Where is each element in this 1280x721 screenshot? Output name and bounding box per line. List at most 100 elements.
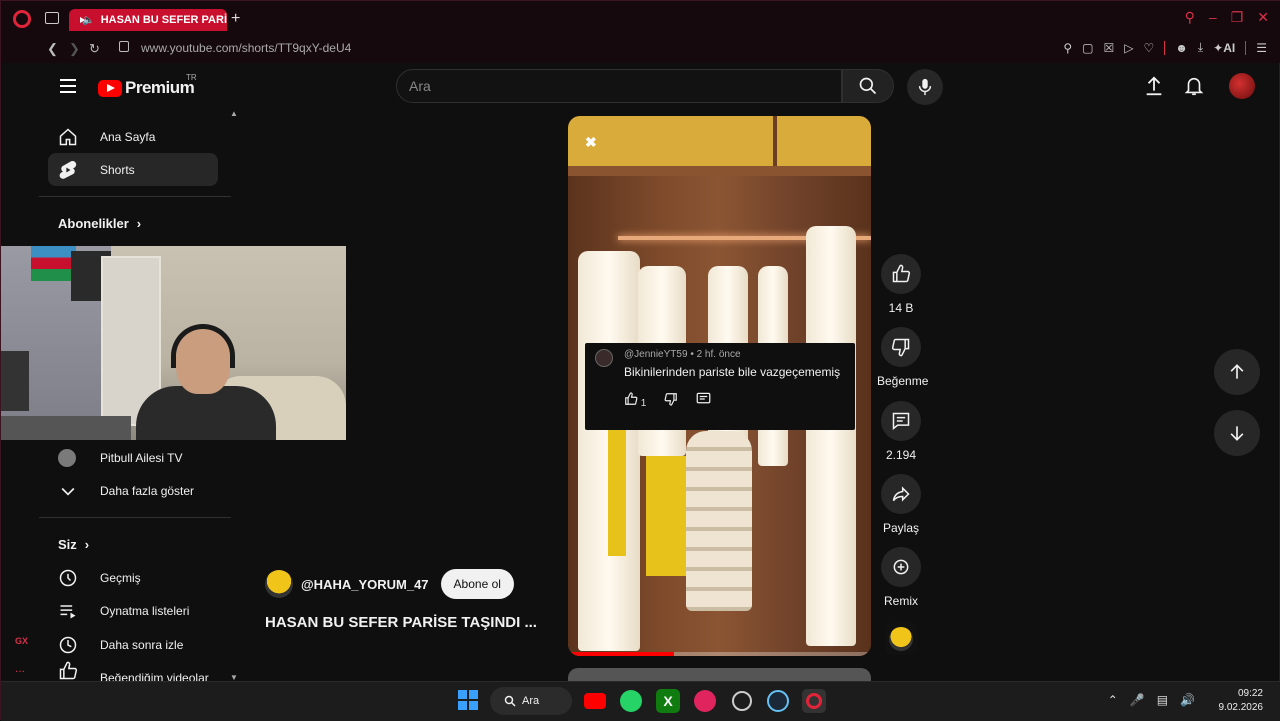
sidebar-item-liked-videos[interactable]: Beğendiğim videolar (48, 661, 218, 681)
menu-hamburger-icon[interactable] (60, 79, 76, 93)
like-count: 14 B (888, 301, 914, 315)
back-button[interactable]: ❮ (47, 41, 58, 57)
clock-time: 09:22 (1237, 688, 1263, 699)
subscriptions-label: Abonelikler (58, 216, 129, 231)
close-button[interactable]: ✕ (1257, 9, 1269, 26)
subscribe-button[interactable]: Abone ol (440, 569, 514, 599)
comment-avatar (595, 349, 613, 367)
microphone-tray-icon[interactable]: 🎤 (1130, 693, 1145, 707)
more-dots-icon[interactable]: ... (15, 661, 25, 675)
notifications-button[interactable] (1183, 75, 1205, 97)
minimize-button[interactable]: – (1209, 9, 1217, 26)
thumbs-down-icon (664, 393, 678, 406)
volume-icon[interactable]: 🔊 (1180, 693, 1195, 707)
channel-avatar[interactable] (265, 570, 293, 598)
search-input[interactable] (409, 78, 841, 94)
sidebar-item-pitbull-ailesi[interactable]: Pitbull Ailesi TV (48, 441, 218, 474)
next-short-button[interactable] (1214, 410, 1260, 456)
windows-start-icon[interactable] (458, 690, 478, 710)
opera-gx-icon[interactable] (802, 689, 826, 713)
play-icon[interactable]: ▷ (1124, 41, 1133, 55)
ai-label: AI (1223, 40, 1236, 55)
thumbs-up-icon (59, 661, 78, 680)
clock-date: 9.02.2026 (1218, 702, 1264, 713)
voice-search-button[interactable] (907, 69, 943, 105)
xbox-icon[interactable]: X (656, 689, 680, 713)
whatsapp-icon[interactable] (619, 689, 643, 713)
you-heading[interactable]: Siz › (58, 537, 89, 552)
search-box (396, 69, 842, 103)
comment-dislike-button[interactable] (664, 392, 678, 409)
youtube-app-icon[interactable] (583, 689, 607, 713)
comment-reply-button[interactable] (696, 392, 711, 409)
channel-name[interactable]: @HAHA_YORUM_47 (301, 577, 429, 592)
url-field[interactable]: www.youtube.com/shorts/TT9qxY-deU4 (141, 41, 351, 55)
sidebar-item-playlists[interactable]: Oynatma listeleri (48, 594, 218, 627)
search-tabs-icon[interactable]: ⚲ (1185, 9, 1195, 26)
reload-button[interactable]: ↻ (89, 41, 100, 57)
dislike-button[interactable] (881, 327, 921, 367)
restore-button[interactable]: ❐ (1231, 9, 1244, 26)
sidebar-divider (39, 196, 231, 197)
comment-icon (892, 412, 910, 431)
sidebar-item-home[interactable]: Ana Sayfa (48, 120, 218, 153)
youtube-logo[interactable]: Premium (98, 78, 195, 98)
new-tab-button[interactable]: + (231, 10, 240, 28)
history-icon (59, 569, 77, 586)
tray-expand-icon[interactable]: ⌃ (1108, 693, 1118, 707)
taskbar-clock[interactable]: 09:22 9.02.2026 (1219, 687, 1264, 715)
webcam-overlay (1, 246, 346, 440)
download-icon[interactable]: ⤓ (1198, 40, 1203, 55)
upload-button[interactable] (1143, 75, 1165, 97)
tab-island-icon[interactable] (45, 12, 59, 24)
settings-app-icon[interactable] (730, 689, 754, 713)
logo-text: Premium (125, 78, 195, 97)
ai-button[interactable]: ✦AI (1213, 41, 1235, 55)
gx-label[interactable]: GX (15, 636, 28, 646)
menu-icon[interactable]: ☰ (1256, 41, 1267, 55)
video-title[interactable]: HASAN BU SEFER PARİSE TAŞINDI ... (265, 614, 537, 631)
snapshot-icon[interactable]: ▢ (1082, 41, 1093, 55)
sidebar-item-label: Beğendiğim videolar (100, 671, 209, 681)
sidebar-scroll-up-icon[interactable]: ▲ (230, 109, 238, 118)
sidebar-divider (39, 517, 231, 518)
arrow-down-icon (1230, 426, 1244, 441)
flag-decoration (31, 246, 76, 281)
lock-icon[interactable] (119, 41, 129, 52)
profile-icon[interactable]: ☻ (1175, 41, 1188, 55)
sidebar-item-label: Oynatma listeleri (100, 603, 190, 618)
heart-icon[interactable]: ♡ (1143, 41, 1154, 55)
sidebar-item-show-more[interactable]: Daha fazla göster (48, 474, 218, 507)
comment-like-button[interactable]: 1 (624, 392, 646, 409)
tab-youtube[interactable]: 🔈 HASAN BU SEFER PARİ (69, 9, 227, 31)
media-player-icon[interactable] (693, 689, 717, 713)
sidebar-item-shorts[interactable]: Shorts (48, 153, 218, 186)
avatar[interactable] (1229, 73, 1255, 99)
video-progress[interactable] (568, 652, 871, 656)
sound-icon (889, 627, 913, 651)
adblock-icon[interactable]: ☒ (1103, 41, 1114, 55)
forward-button[interactable]: ❯ (69, 41, 80, 57)
comments-button[interactable] (881, 401, 921, 441)
share-button[interactable] (881, 474, 921, 514)
search-button[interactable] (842, 69, 894, 103)
previous-short-button[interactable] (1214, 349, 1260, 395)
sidebar-item-history[interactable]: Geçmiş (48, 561, 218, 594)
steam-icon[interactable] (766, 689, 790, 713)
comment-like-count: 1 (640, 398, 647, 409)
remix-button[interactable] (881, 547, 921, 587)
share-label: Paylaş (882, 521, 920, 535)
pin-icon[interactable]: ⚲ (1063, 41, 1072, 55)
taskbar-search[interactable]: Ara (490, 687, 572, 715)
network-icon[interactable]: ▤ (1157, 693, 1168, 707)
opera-logo-icon[interactable] (13, 10, 31, 28)
subscriptions-heading[interactable]: Abonelikler › (58, 216, 141, 231)
shorts-icon (59, 160, 77, 179)
like-button[interactable] (881, 254, 921, 294)
next-short-preview[interactable] (568, 668, 871, 682)
comments-count: 2.194 (885, 448, 917, 462)
headphones (171, 324, 235, 368)
sidebar-item-watch-later[interactable]: Daha sonra izle (48, 628, 218, 661)
sound-thumbnail[interactable] (885, 623, 917, 655)
dislike-action: Beğenme (877, 327, 928, 388)
